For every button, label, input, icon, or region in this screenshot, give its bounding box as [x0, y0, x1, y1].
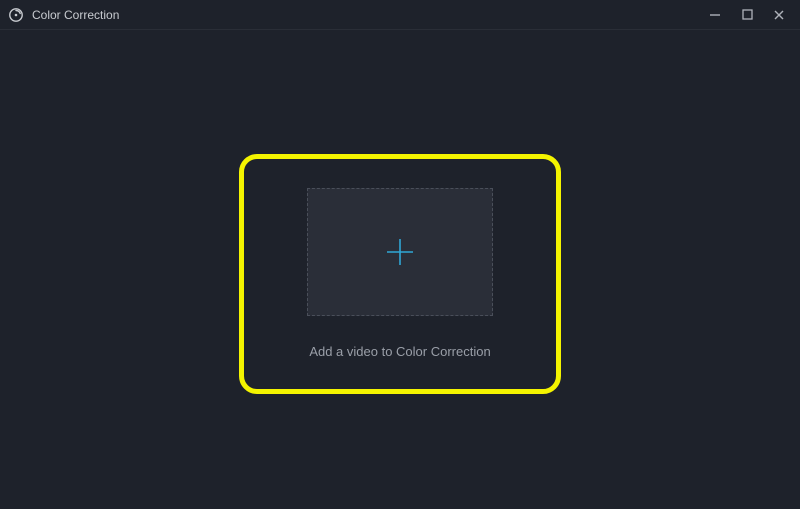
add-video-label: Add a video to Color Correction: [0, 344, 800, 359]
minimize-button[interactable]: [708, 8, 722, 22]
content-area: Add a video to Color Correction: [0, 30, 800, 509]
app-icon: [8, 7, 24, 23]
close-button[interactable]: [772, 8, 786, 22]
titlebar: Color Correction: [0, 0, 800, 30]
maximize-button[interactable]: [740, 8, 754, 22]
window-controls: [708, 8, 792, 22]
add-video-dropzone[interactable]: [307, 188, 493, 316]
plus-icon: [383, 235, 417, 269]
window-title: Color Correction: [32, 8, 708, 22]
